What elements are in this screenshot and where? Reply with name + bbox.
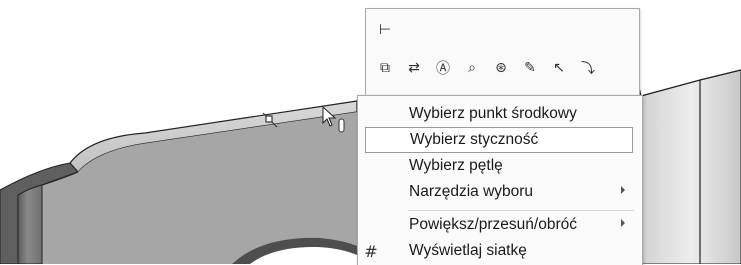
menu-item-select-loop[interactable]: Wybierz pętlę (365, 153, 633, 179)
menu-item-label: Wybierz punkt środkowy (409, 105, 577, 122)
model-right-wall (640, 69, 741, 264)
sketch-relations-icon[interactable]: ✎ (519, 57, 541, 79)
context-menu: Wybierz punkt środkowy Wybierz styczność… (357, 95, 643, 265)
menu-item-selection-tools[interactable]: Narzędzia wyboru (365, 179, 633, 205)
menu-item-show-grid[interactable]: # Wyświetlaj siatkę (364, 238, 633, 264)
normal-to-icon[interactable]: ↖ (548, 57, 570, 79)
more-commands-icon[interactable]: ⤵ (577, 57, 599, 79)
mirror-dimension-icon[interactable]: ⇄ (403, 57, 425, 79)
submenu-arrow-icon (621, 219, 625, 227)
select-other-icon[interactable]: ⧉ (374, 57, 396, 79)
menu-item-label: Wybierz styczność (410, 131, 539, 148)
menu-item-label: Wyświetlaj siatkę (409, 242, 527, 259)
grid-icon: # (364, 241, 378, 261)
smart-dimension-icon[interactable]: ⊢ (374, 19, 396, 41)
annotation-icon[interactable]: Ⓐ (432, 57, 454, 79)
submenu-arrow-icon (621, 186, 625, 194)
menu-separator (408, 210, 634, 211)
menu-item-select-midpoint[interactable]: Wybierz punkt środkowy (365, 101, 633, 127)
view-selector-icon[interactable]: ⊛ (490, 57, 512, 79)
menu-item-label: Powiększ/przesuń/obróć (409, 216, 577, 233)
context-toolbar: ⊢ ⧉ ⇄ Ⓐ ⌕ ⊛ ✎ ↖ ⤵ (365, 8, 640, 96)
menu-item-label: Wybierz pętlę (409, 157, 503, 174)
menu-item-select-tangency[interactable]: Wybierz styczność (365, 127, 633, 153)
zoom-to-selection-icon[interactable]: ⌕ (461, 57, 483, 79)
menu-item-label: Narzędzia wyboru (409, 183, 534, 200)
menu-item-zoom-pan-rotate[interactable]: Powiększ/przesuń/obróć (365, 212, 633, 238)
